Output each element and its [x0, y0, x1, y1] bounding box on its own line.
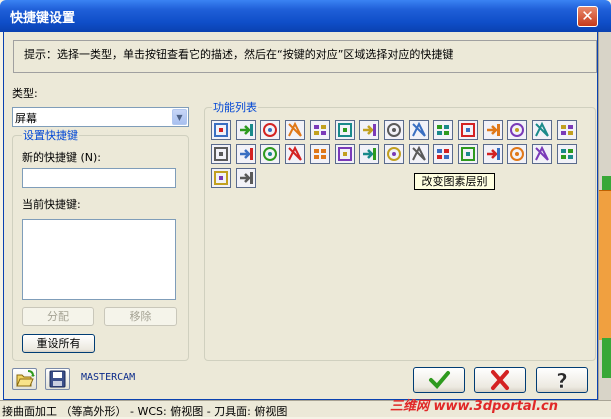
- ellipse-icon[interactable]: [211, 144, 231, 164]
- green-arrow-icon[interactable]: [235, 120, 256, 140]
- x-icon: [491, 370, 509, 390]
- purple-dots-icon[interactable]: [532, 144, 553, 164]
- pink-return-icon[interactable]: [433, 120, 454, 140]
- type-select[interactable]: [12, 107, 189, 127]
- purple-square-icon[interactable]: [556, 144, 577, 164]
- orange-lines-icon[interactable]: [235, 144, 256, 164]
- green-down-arrow-icon[interactable]: [309, 144, 330, 164]
- layer-change-icon[interactable]: [408, 144, 429, 164]
- chevron-down-icon[interactable]: ▼: [172, 109, 187, 125]
- circle-target-icon[interactable]: [334, 144, 355, 164]
- orange-diamond-icon[interactable]: [482, 120, 503, 140]
- sigma-icon[interactable]: [507, 120, 528, 140]
- assign-button[interactable]: 分配: [22, 307, 94, 326]
- green-plus-icon[interactable]: [260, 120, 281, 140]
- background-orange-block: [599, 190, 611, 340]
- green-plus-dots-icon[interactable]: [458, 144, 478, 164]
- orange-gem-icon[interactable]: [309, 120, 330, 140]
- new-key-label: 新的快捷键 (N):: [22, 151, 102, 164]
- background-green-block: [602, 338, 611, 378]
- checkmark-icon: [429, 371, 450, 389]
- bar-chart-icon[interactable]: [359, 144, 380, 164]
- red-dual-frame-icon[interactable]: [359, 120, 380, 140]
- reset-all-button[interactable]: 重设所有: [22, 334, 95, 353]
- close-button[interactable]: ✕: [577, 6, 598, 27]
- remove-button[interactable]: 移除: [104, 307, 177, 326]
- blue-square-icon[interactable]: [211, 168, 231, 188]
- hourglass-icon[interactable]: [235, 168, 256, 188]
- palette-icon[interactable]: [433, 144, 454, 164]
- green-bars-icon[interactable]: [507, 144, 528, 164]
- panel-icon[interactable]: [383, 144, 404, 164]
- dots-grid-icon[interactable]: [532, 120, 553, 140]
- type-label: 类型:: [12, 87, 38, 100]
- green-dashes-icon[interactable]: [482, 144, 503, 164]
- red-bracket-icon[interactable]: [285, 120, 306, 140]
- title-bar[interactable]: [0, 0, 611, 32]
- blue-cross-icon[interactable]: [260, 144, 281, 164]
- open-folder-icon[interactable]: [12, 368, 37, 390]
- shortcut-group-title: 设置快捷键: [22, 127, 79, 143]
- hint-text: 提示：选择一类型，单击按钮查看它的描述，然后在“按键的对应”区域选择对应的快捷键: [24, 48, 454, 61]
- red-grid-icon[interactable]: [408, 120, 429, 140]
- current-keys-label: 当前快捷键:: [22, 198, 81, 211]
- help-button[interactable]: ?: [536, 367, 588, 393]
- app-name: MASTERCAM: [81, 372, 136, 383]
- hatch-icon[interactable]: [211, 120, 231, 140]
- ok-button[interactable]: [413, 367, 465, 393]
- save-disk-icon[interactable]: [45, 368, 70, 390]
- dialog-title: 快捷键设置: [10, 11, 76, 26]
- cancel-button[interactable]: [474, 367, 526, 393]
- new-key-input[interactable]: [22, 168, 176, 188]
- book-icon[interactable]: [556, 120, 577, 140]
- green-cross-icon[interactable]: [285, 144, 306, 164]
- type-selected-value: 屏幕: [15, 112, 37, 125]
- red-bars-icon[interactable]: [383, 120, 404, 140]
- grid-dots-icon[interactable]: [458, 120, 478, 140]
- question-icon: ?: [556, 369, 568, 394]
- watermark-text: 三维网 www.3dportal.cn: [390, 399, 559, 414]
- tooltip: 改变图素层别: [414, 173, 495, 190]
- svg-text:?: ?: [556, 369, 568, 392]
- current-keys-list[interactable]: [22, 219, 176, 300]
- red-frame-icon[interactable]: [334, 120, 355, 140]
- function-list-title: 功能列表: [212, 99, 258, 115]
